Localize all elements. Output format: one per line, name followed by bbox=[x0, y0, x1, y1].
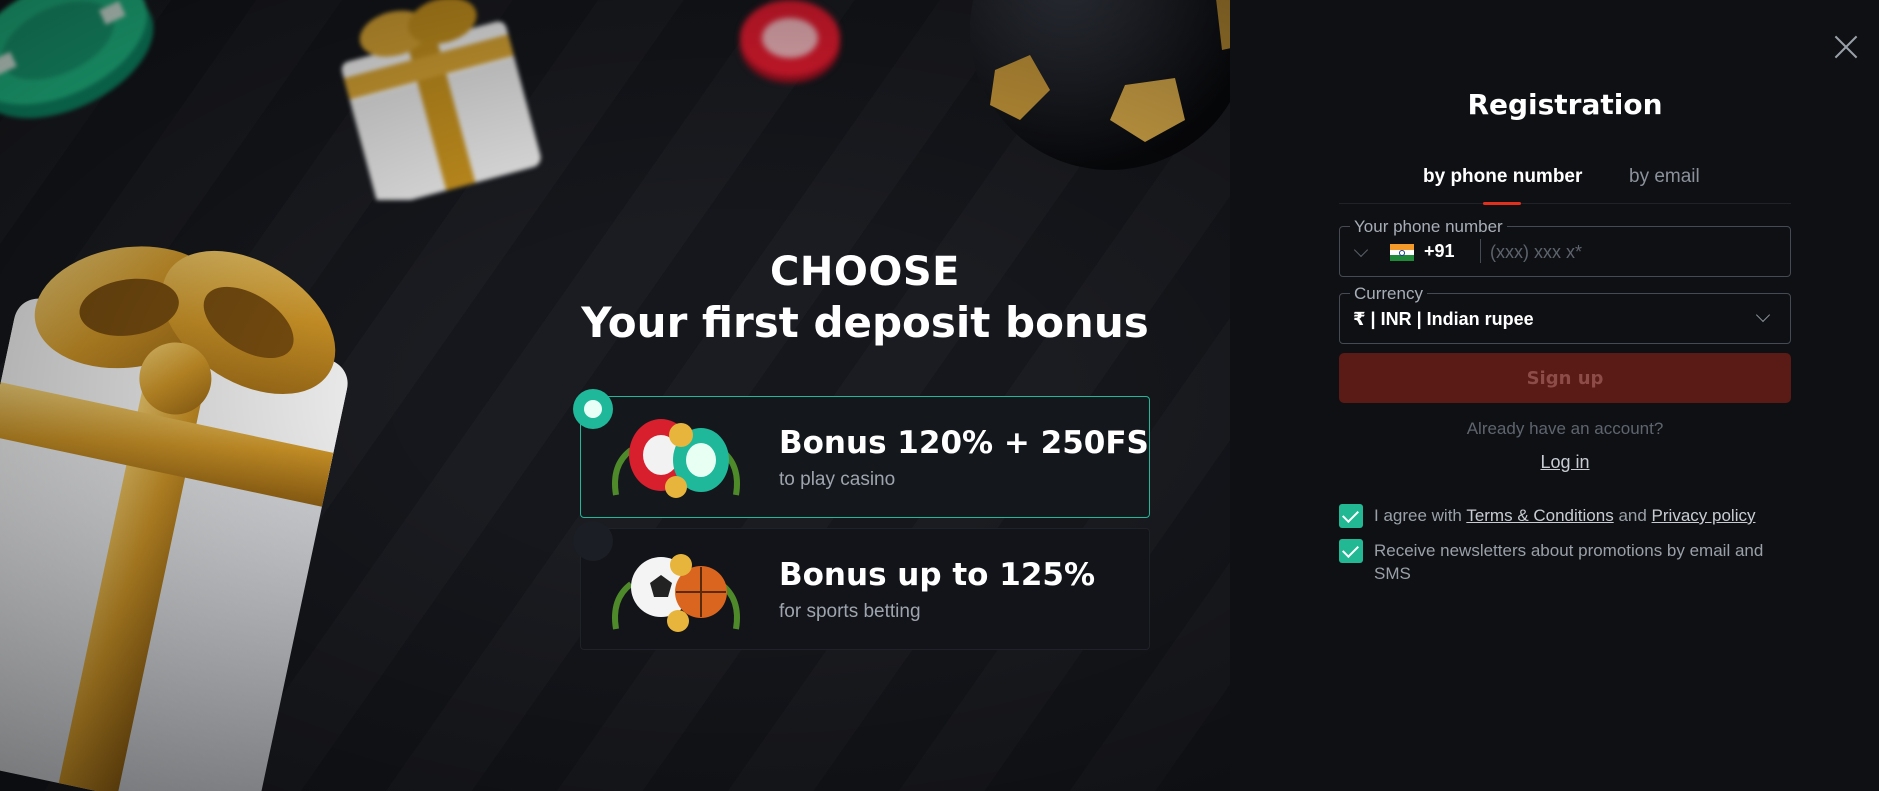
login-link[interactable]: Log in bbox=[1540, 452, 1589, 472]
bonus-option-casino[interactable]: Bonus 120% + 250FS to play casino bbox=[573, 389, 1150, 518]
currency-value: ₹ | INR | Indian rupee bbox=[1353, 309, 1534, 329]
phone-label: Your phone number bbox=[1350, 217, 1507, 237]
agree-conjunction: and bbox=[1618, 506, 1647, 525]
india-flag-icon[interactable] bbox=[1390, 244, 1414, 261]
tab-email[interactable]: by email bbox=[1629, 166, 1700, 188]
sports-balls-icon bbox=[612, 554, 740, 632]
country-code[interactable]: +91 bbox=[1424, 241, 1455, 262]
promo-panel: CHOOSE Your first deposit bonus Bonus 12… bbox=[0, 0, 1230, 791]
headline-bonus: Your first deposit bonus bbox=[581, 298, 1149, 347]
currency-label: Currency bbox=[1350, 284, 1427, 304]
tab-phone[interactable]: by phone number bbox=[1423, 166, 1582, 188]
chevron-down-icon[interactable] bbox=[1353, 242, 1369, 258]
newsletter-text: Receive newsletters about promotions by … bbox=[1374, 541, 1764, 583]
casino-chips-icon bbox=[612, 419, 740, 498]
already-account-text: Already have an account? bbox=[1466, 419, 1664, 438]
phone-input[interactable] bbox=[1490, 235, 1780, 269]
terms-link[interactable]: Terms & Conditions bbox=[1466, 506, 1613, 525]
phone-field: Your phone number +91 bbox=[1339, 217, 1791, 277]
close-icon[interactable] bbox=[1833, 34, 1859, 60]
agree-text: I agree with Terms & Conditions and Priv… bbox=[1374, 504, 1784, 527]
bonus-subtitle: to play casino bbox=[779, 469, 896, 490]
registration-tabs: by phone number by email bbox=[1339, 160, 1791, 205]
signup-button[interactable]: Sign up bbox=[1339, 353, 1791, 403]
bonus-title: Bonus 120% + 250FS bbox=[779, 425, 1149, 461]
bonus-subtitle: for sports betting bbox=[779, 601, 921, 622]
privacy-link[interactable]: Privacy policy bbox=[1652, 506, 1756, 525]
agree-checkbox[interactable] bbox=[1339, 504, 1363, 528]
currency-select[interactable]: Currency ₹ | INR | Indian rupee bbox=[1339, 284, 1791, 344]
registration-title: Registration bbox=[1467, 88, 1663, 121]
field-divider bbox=[1480, 239, 1481, 263]
newsletter-checkbox[interactable] bbox=[1339, 539, 1363, 563]
promo-headline: CHOOSE Your first deposit bonus bbox=[580, 248, 1150, 350]
agree-prefix: I agree with bbox=[1374, 506, 1462, 525]
active-tab-indicator bbox=[1483, 202, 1521, 205]
login-link-wrap: Log in bbox=[1339, 452, 1791, 473]
chevron-down-icon[interactable] bbox=[1755, 307, 1771, 323]
bonus-option-sports[interactable]: Bonus up to 125% for sports betting bbox=[573, 521, 1150, 650]
headline-choose: CHOOSE bbox=[770, 249, 960, 295]
bonus-title: Bonus up to 125% bbox=[779, 557, 1096, 593]
